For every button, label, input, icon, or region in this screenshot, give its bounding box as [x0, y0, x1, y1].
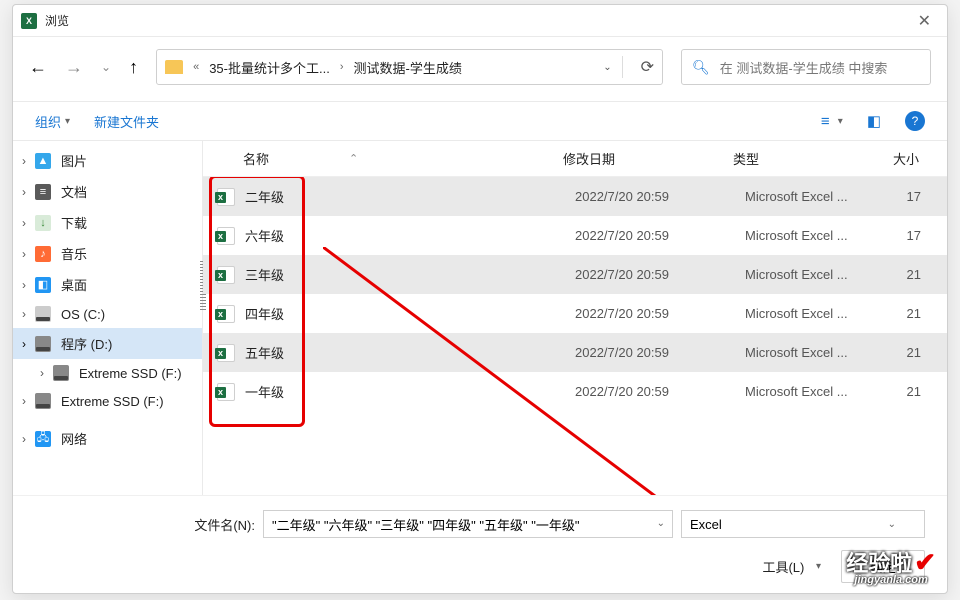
close-icon[interactable]: ✕ [910, 11, 939, 31]
col-size[interactable]: 大小 [893, 149, 947, 168]
file-row[interactable]: 二年级2022/7/20 20:59Microsoft Excel ...17 [203, 177, 947, 216]
excel-file-icon [217, 305, 235, 323]
folder-icon [165, 60, 183, 74]
file-row[interactable]: 三年级2022/7/20 20:59Microsoft Excel ...21 [203, 255, 947, 294]
sidebar-item-drive-d[interactable]: ›程序 (D:) [13, 328, 202, 359]
path-dropdown-icon[interactable]: ⌄ [603, 62, 611, 73]
sidebar-item-pictures[interactable]: ›▲图片 [13, 145, 202, 176]
help-icon[interactable]: ? [905, 111, 925, 131]
filetype-select[interactable]: Excel⌄ [681, 510, 925, 538]
nav-up-icon[interactable]: ↑ [129, 57, 138, 78]
nav-bar: ← → ⌄ ↑ « 35-批量统计多个工... › 测试数据-学生成绩 ⌄ ⟳ … [13, 37, 947, 97]
drive-icon [35, 336, 51, 352]
file-row[interactable]: 四年级2022/7/20 20:59Microsoft Excel ...21 [203, 294, 947, 333]
search-placeholder: 在 测试数据-学生成绩 中搜索 [720, 58, 888, 77]
drive-icon [35, 306, 51, 322]
organize-menu[interactable]: 组织▾ [35, 112, 70, 131]
nav-forward-icon[interactable]: → [65, 57, 83, 78]
preview-pane-icon[interactable]: ◧ [867, 112, 881, 130]
chevron-down-icon: ⌄ [888, 519, 896, 530]
filename-label: 文件名(N): [194, 515, 255, 534]
column-headers: 名称 ⌃ 修改日期 类型 大小 [203, 141, 947, 177]
sort-asc-icon[interactable]: ⌃ [349, 152, 358, 165]
watermark: 经验啦✔ jingyanla.com [846, 546, 936, 586]
network-icon: 🖧 [35, 431, 51, 447]
downloads-icon: ↓ [35, 215, 51, 231]
breadcrumb[interactable]: « 35-批量统计多个工... › 测试数据-学生成绩 ⌄ ⟳ [156, 49, 663, 85]
file-dialog: X 浏览 ✕ ← → ⌄ ↑ « 35-批量统计多个工... › 测试数据-学生… [12, 4, 948, 594]
drive-icon [35, 393, 51, 409]
documents-icon: ≡ [35, 184, 51, 200]
tools-menu[interactable]: 工具(L) ▾ [754, 553, 829, 580]
sidebar-item-drive-f1[interactable]: ›Extreme SSD (F:) [13, 359, 202, 387]
col-date[interactable]: 修改日期 [563, 149, 733, 168]
sidebar: ›▲图片 ›≡文档 ›↓下载 ›♪音乐 ›◧桌面 ›OS (C:) ›程序 (D… [13, 141, 203, 495]
sidebar-item-music[interactable]: ›♪音乐 [13, 238, 202, 269]
refresh-icon[interactable]: ⟳ [641, 57, 654, 77]
window-title: 浏览 [45, 12, 910, 29]
file-row[interactable]: 一年级2022/7/20 20:59Microsoft Excel ...21 [203, 372, 947, 411]
chevron-down-icon[interactable]: ⌄ [101, 60, 111, 74]
new-folder-button[interactable]: 新建文件夹 [94, 112, 159, 131]
sidebar-item-drive-c[interactable]: ›OS (C:) [13, 300, 202, 328]
search-icon: 🔍︎ [692, 59, 710, 76]
view-list-icon[interactable]: ≡ ▾ [821, 113, 843, 130]
excel-file-icon [217, 266, 235, 284]
sidebar-item-documents[interactable]: ›≡文档 [13, 176, 202, 207]
main-area: ›▲图片 ›≡文档 ›↓下载 ›♪音乐 ›◧桌面 ›OS (C:) ›程序 (D… [13, 141, 947, 495]
excel-file-icon [217, 188, 235, 206]
sidebar-item-network[interactable]: ›🖧网络 [13, 423, 202, 454]
excel-file-icon [217, 227, 235, 245]
search-input[interactable]: 🔍︎ 在 测试数据-学生成绩 中搜索 [681, 49, 931, 85]
title-bar: X 浏览 ✕ [13, 5, 947, 37]
sidebar-item-downloads[interactable]: ›↓下载 [13, 207, 202, 238]
filename-input[interactable] [263, 510, 673, 538]
path-segment-2[interactable]: 测试数据-学生成绩 [353, 58, 461, 77]
drive-icon [53, 365, 69, 381]
file-list: 名称 ⌃ 修改日期 类型 大小 二年级2022/7/20 20:59Microso… [203, 141, 947, 495]
toolbar: 组织▾ 新建文件夹 ≡ ▾ ◧ ? [13, 101, 947, 141]
music-icon: ♪ [35, 246, 51, 262]
file-row[interactable]: 六年级2022/7/20 20:59Microsoft Excel ...17 [203, 216, 947, 255]
file-row[interactable]: 五年级2022/7/20 20:59Microsoft Excel ...21 [203, 333, 947, 372]
chevron-right-icon: › [340, 61, 344, 73]
footer: 文件名(N): ⌄ Excel⌄ 工具(L) ▾ 确定 [13, 495, 947, 593]
sidebar-item-drive-f2[interactable]: ›Extreme SSD (F:) [13, 387, 202, 415]
pictures-icon: ▲ [35, 153, 51, 169]
checkmark-icon: ✔ [914, 547, 936, 578]
excel-file-icon [217, 383, 235, 401]
col-type[interactable]: 类型 [733, 149, 893, 168]
chevron-down-icon[interactable]: ⌄ [657, 518, 665, 529]
desktop-icon: ◧ [35, 277, 51, 293]
file-rows: 二年级2022/7/20 20:59Microsoft Excel ...17 … [203, 177, 947, 495]
sidebar-item-desktop[interactable]: ›◧桌面 [13, 269, 202, 300]
nav-back-icon[interactable]: ← [29, 57, 47, 78]
excel-logo-icon: X [21, 13, 37, 29]
col-name[interactable]: 名称 [243, 149, 269, 168]
path-segment-1[interactable]: 35-批量统计多个工... [209, 58, 330, 77]
excel-file-icon [217, 344, 235, 362]
chevron-left-icon: « [193, 61, 199, 73]
